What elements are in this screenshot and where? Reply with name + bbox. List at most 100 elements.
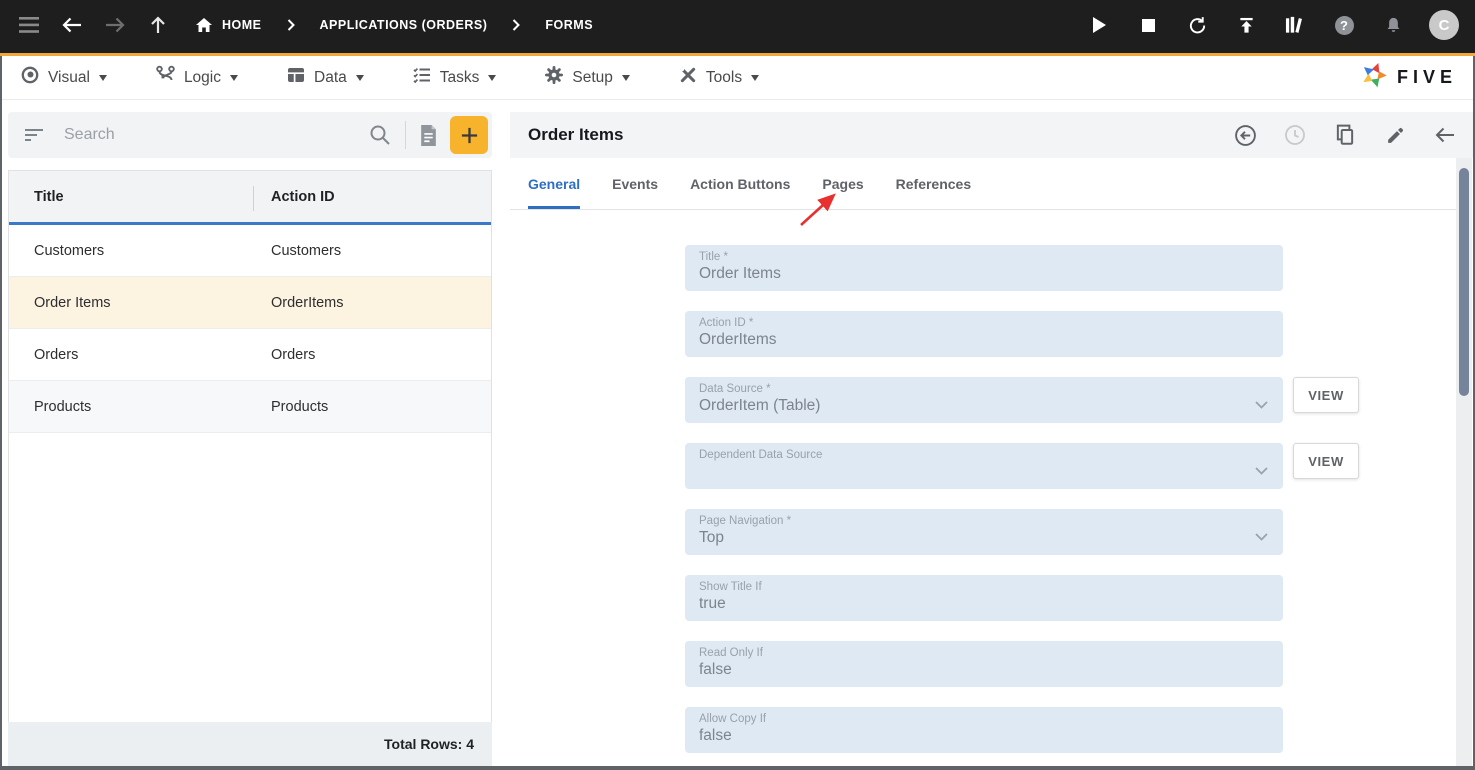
avatar[interactable]: C: [1429, 10, 1459, 40]
menu-data[interactable]: Data: [286, 65, 364, 90]
menu-visual[interactable]: Visual: [20, 65, 107, 90]
restart-icon[interactable]: [1184, 12, 1210, 38]
window-border-bottom: [0, 766, 1475, 770]
tab-label: General: [528, 175, 581, 192]
tab-events[interactable]: Events: [612, 158, 658, 209]
menu-label: Visual: [48, 68, 90, 86]
field-title[interactable]: Title * Order Items: [685, 245, 1283, 291]
caret-down-icon: [230, 74, 238, 81]
caret-down-icon: [98, 74, 107, 81]
table-row[interactable]: Orders Orders: [9, 329, 491, 381]
record-form: Title * Order Items Action ID * OrderIte…: [510, 210, 1456, 766]
up-icon[interactable]: [145, 12, 171, 38]
forms-table: Title Action ID Customers Customers Orde…: [8, 170, 492, 722]
chevron-right-icon: [511, 12, 521, 38]
column-header-title[interactable]: Title: [9, 189, 253, 205]
vertical-scrollbar[interactable]: [1456, 158, 1472, 766]
copy-icon[interactable]: [1333, 123, 1357, 147]
menu-logic[interactable]: Logic: [155, 65, 238, 90]
notifications-icon[interactable]: [1380, 12, 1406, 38]
deploy-icon[interactable]: [1233, 12, 1259, 38]
run-icon[interactable]: [1086, 12, 1112, 38]
field-label: Action ID *: [699, 317, 754, 329]
back-icon[interactable]: [59, 12, 85, 38]
menu-label: Logic: [183, 68, 221, 86]
stop-icon[interactable]: [1135, 12, 1161, 38]
document-icon[interactable]: [419, 124, 438, 147]
tab-pages[interactable]: Pages: [822, 158, 863, 209]
menu-label: Setup: [572, 68, 613, 86]
cell-title: Order Items: [34, 294, 111, 311]
table-row-selected[interactable]: Order Items OrderItems: [9, 277, 491, 329]
field-label: Show Title If: [699, 581, 762, 593]
search-input[interactable]: [64, 126, 369, 144]
cell-title: Products: [34, 398, 92, 415]
field-page-navigation[interactable]: Page Navigation * Top: [685, 509, 1283, 555]
field-show-title-if[interactable]: Show Title If true: [685, 575, 1283, 621]
field-allow-copy-if[interactable]: Allow Copy If false: [685, 707, 1283, 753]
cell-action-id: OrderItems: [271, 294, 344, 311]
library-icon[interactable]: [1282, 12, 1308, 38]
table-row[interactable]: Products Products: [9, 381, 491, 433]
collapse-panel-icon[interactable]: [1433, 123, 1457, 147]
help-icon[interactable]: ?: [1331, 12, 1357, 38]
tab-label: Pages: [822, 175, 864, 192]
return-icon[interactable]: [1233, 123, 1257, 147]
field-label: Page Navigation *: [699, 515, 792, 527]
filter-icon[interactable]: [24, 128, 44, 142]
table-header: Title Action ID: [9, 171, 491, 225]
field-action-id[interactable]: Action ID * OrderItems: [685, 311, 1283, 357]
forward-icon[interactable]: [102, 12, 128, 38]
field-value: true: [699, 595, 726, 612]
tab-label: Events: [612, 175, 659, 192]
breadcrumb-home[interactable]: HOME: [195, 17, 262, 33]
menu-label: Tasks: [439, 68, 480, 86]
menu-tools[interactable]: Tools: [678, 65, 760, 90]
edit-icon[interactable]: [1383, 123, 1407, 147]
divider: [405, 121, 406, 149]
tasks-icon: [412, 65, 432, 90]
tab-general[interactable]: General: [528, 158, 581, 209]
field-label: Title *: [699, 251, 728, 263]
column-header-action-id[interactable]: Action ID: [253, 189, 335, 205]
caret-down-icon: [751, 74, 760, 81]
menu-icon[interactable]: [16, 12, 42, 38]
menu-label: Data: [314, 68, 347, 86]
field-value: false: [699, 661, 732, 678]
cell-action-id: Orders: [271, 346, 316, 363]
plus-icon: [460, 126, 479, 145]
field-value: OrderItems: [699, 331, 777, 348]
top-bar: HOME APPLICATIONS (ORDERS) FORMS ? C: [0, 0, 1475, 56]
field-label: Allow Copy If: [699, 713, 767, 725]
breadcrumb-forms[interactable]: FORMS: [545, 18, 593, 32]
breadcrumb-label: APPLICATIONS (ORDERS): [319, 18, 488, 32]
scrollbar-thumb[interactable]: [1459, 168, 1469, 396]
app-window: HOME APPLICATIONS (ORDERS) FORMS ? C Vis…: [0, 0, 1475, 770]
search-bar: [8, 112, 492, 158]
logic-icon: [155, 65, 176, 90]
tab-references[interactable]: References: [896, 158, 972, 209]
menu-setup[interactable]: Setup: [544, 65, 630, 90]
record-header: Order Items: [510, 112, 1473, 158]
menu-label: Tools: [705, 68, 743, 86]
field-value: OrderItem (Table): [699, 397, 821, 414]
view-dependent-data-source-button[interactable]: VIEW: [1293, 443, 1359, 479]
cell-title: Customers: [34, 242, 105, 259]
breadcrumb-applications[interactable]: APPLICATIONS (ORDERS): [320, 18, 488, 32]
window-border-left: [0, 56, 2, 770]
tab-action-buttons[interactable]: Action Buttons: [690, 158, 790, 209]
menu-tasks[interactable]: Tasks: [412, 65, 497, 90]
menu-bar: Visual Logic Data Tasks Setup Tools FIVE: [0, 56, 1475, 100]
view-data-source-button[interactable]: VIEW: [1293, 377, 1359, 413]
history-icon[interactable]: [1283, 123, 1307, 147]
add-record-button[interactable]: [450, 116, 488, 154]
record-title: Order Items: [528, 125, 624, 144]
caret-down-icon: [621, 74, 630, 81]
visual-icon: [20, 65, 40, 90]
field-read-only-if[interactable]: Read Only If false: [685, 641, 1283, 687]
field-value: Order Items: [699, 265, 781, 282]
field-data-source[interactable]: Data Source * OrderItem (Table): [685, 377, 1283, 423]
field-dependent-data-source[interactable]: Dependent Data Source: [685, 443, 1283, 489]
search-icon[interactable]: [369, 124, 391, 146]
table-row[interactable]: Customers Customers: [9, 225, 491, 277]
